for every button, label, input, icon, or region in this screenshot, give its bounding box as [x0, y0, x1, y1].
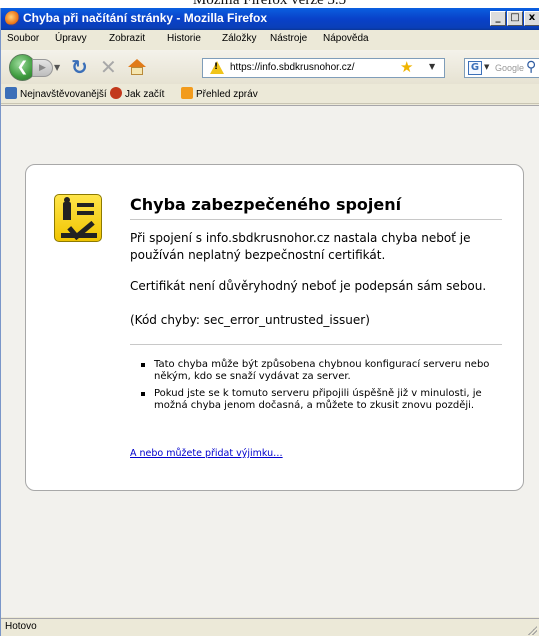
error-detail: Certifikát není důvěryhodný neboť je pod… [130, 279, 487, 293]
home-icon[interactable] [128, 59, 146, 75]
url-bar[interactable]: ! https://info.sbdkrusnohor.cz/ ★ ▼ [202, 58, 445, 78]
search-input[interactable]: Google [495, 63, 524, 73]
menu-nastroje[interactable]: Nástroje [270, 33, 307, 44]
caption: Mozilla Firefox verze 3.5 [0, 0, 539, 8]
search-bar[interactable]: G ▼ Google ⚲ [464, 58, 539, 78]
close-button[interactable]: x [524, 11, 539, 26]
error-box: Chyba zabezpečeného spojení Při spojení … [25, 164, 524, 491]
stop-icon[interactable]: ✕ [100, 56, 117, 78]
menu-upravy[interactable]: Úpravy [55, 33, 87, 44]
divider [130, 219, 502, 220]
window-title: Chyba při načítání stránky - Mozilla Fir… [23, 11, 268, 25]
google-icon[interactable]: G [468, 61, 482, 75]
error-hints-list: Tato chyba může být způsobena chybnou ko… [130, 359, 490, 417]
bookmark-getting-started[interactable]: Jak začít [110, 87, 164, 100]
bookmark-label: Přehled zpráv [196, 89, 258, 100]
forward-button[interactable]: ▶ [32, 59, 53, 77]
error-code: (Kód chyby: sec_error_untrusted_issuer) [130, 313, 370, 327]
menu-bar: Soubor Úpravy Zobrazit Historie Záložky … [1, 30, 539, 50]
maximize-button[interactable]: □ [507, 11, 523, 26]
menu-zalozky[interactable]: Záložky [222, 33, 256, 44]
bookmark-news-feed[interactable]: Přehled zpráv [181, 87, 258, 100]
menu-zobrazit[interactable]: Zobrazit [109, 33, 145, 44]
reload-icon[interactable]: ↻ [71, 56, 88, 78]
most-visited-icon [5, 87, 17, 99]
menu-napoveda[interactable]: Nápověda [323, 33, 369, 44]
status-text: Hotovo [5, 621, 37, 632]
search-icon[interactable]: ⚲ [526, 59, 536, 75]
getting-started-icon [110, 87, 122, 99]
bookmark-label: Jak začít [125, 89, 165, 100]
add-exception-link[interactable]: A nebo můžete přidat výjimku… [130, 448, 283, 459]
navigation-toolbar: ❮ ▶ ▼ ↻ ✕ ! https://info.sbdkrusnohor.cz… [1, 50, 539, 84]
error-description: Při spojení s info.sbdkrusnohor.cz nasta… [130, 231, 471, 262]
list-item: Pokud jste se k tomuto serveru připojili… [130, 388, 490, 412]
menu-soubor[interactable]: Soubor [7, 33, 39, 44]
divider [130, 344, 502, 345]
menu-historie[interactable]: Historie [167, 33, 201, 44]
status-bar: Hotovo [1, 618, 539, 636]
caption-text: Mozilla Firefox verze 3.5 [192, 0, 347, 8]
minimize-button[interactable]: _ [490, 11, 506, 26]
list-item: Tato chyba může být způsobena chybnou ko… [130, 359, 490, 383]
bookmark-most-visited[interactable]: Nejnavštěvovanější [5, 87, 107, 100]
title-bar[interactable]: Chyba při načítání stránky - Mozilla Fir… [1, 8, 539, 30]
bookmark-star-icon[interactable]: ★ [400, 58, 413, 76]
error-title: Chyba zabezpečeného spojení [130, 195, 402, 214]
bookmarks-toolbar: Nejnavštěvovanější Jak začít Přehled zpr… [1, 84, 539, 104]
security-warning-icon [54, 194, 102, 242]
firefox-icon [5, 11, 20, 26]
rss-feed-icon [181, 87, 193, 99]
url-dropdown-icon[interactable]: ▼ [429, 62, 435, 71]
url-text[interactable]: https://info.sbdkrusnohor.cz/ [230, 62, 355, 73]
resize-grip-icon[interactable] [527, 625, 537, 635]
browser-window: Chyba při načítání stránky - Mozilla Fir… [0, 8, 539, 636]
search-engine-dropdown-icon[interactable]: ▼ [484, 63, 489, 71]
page-content: Chyba zabezpečeného spojení Při spojení … [1, 105, 539, 617]
history-dropdown-icon[interactable]: ▼ [54, 63, 60, 72]
bookmark-label: Nejnavštěvovanější [20, 89, 107, 100]
